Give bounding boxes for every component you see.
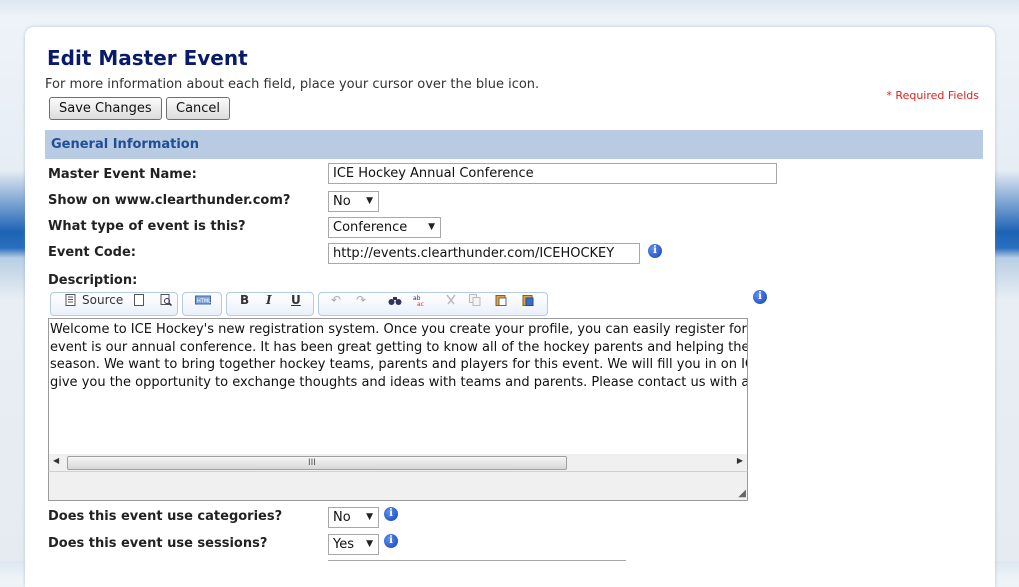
event-type-select[interactable]: Conference ▼ <box>328 217 441 238</box>
scroll-left-icon[interactable]: ◀ <box>53 456 59 465</box>
info-icon[interactable]: i <box>384 534 398 548</box>
scrollbar-thumb[interactable]: III <box>67 456 567 470</box>
event-code-label: Event Code: <box>48 245 136 260</box>
info-icon[interactable]: i <box>753 290 767 304</box>
description-editor: Source HTML B I U ↶ ↷ ab ac Welcome to IC… <box>48 289 748 501</box>
find-icon[interactable] <box>388 294 402 306</box>
cancel-button[interactable]: Cancel <box>166 97 231 120</box>
required-fields-note: * Required Fields <box>886 89 979 102</box>
copy-icon[interactable] <box>469 294 481 306</box>
source-icon <box>65 294 76 306</box>
preview-icon[interactable] <box>160 294 172 306</box>
paste-icon[interactable] <box>495 294 507 306</box>
description-label: Description: <box>48 273 138 288</box>
info-icon[interactable]: i <box>648 244 662 258</box>
editor-content-area[interactable]: Welcome to ICE Hockey's new registration… <box>48 318 748 455</box>
master-event-name-input[interactable]: ICE Hockey Annual Conference <box>328 163 777 184</box>
svg-text:HTML: HTML <box>197 299 211 305</box>
templates-icon[interactable]: HTML <box>195 294 211 306</box>
replace-icon[interactable]: abac <box>413 294 427 306</box>
intro-text: For more information about each field, p… <box>45 77 540 92</box>
dropdown-arrow-icon: ▼ <box>366 539 373 549</box>
underline-button[interactable]: U <box>291 293 301 307</box>
sessions-value: Yes <box>333 537 354 552</box>
bold-button[interactable]: B <box>240 293 249 307</box>
dropdown-arrow-icon: ▼ <box>366 196 373 206</box>
paste-word-icon[interactable] <box>522 294 534 306</box>
show-on-site-value: No <box>333 194 351 209</box>
edit-event-panel: Edit Master Event For more information a… <box>25 27 995 587</box>
show-on-site-select[interactable]: No ▼ <box>328 191 379 212</box>
resize-handle-icon[interactable]: ◢ <box>738 489 746 499</box>
master-event-name-label: Master Event Name: <box>48 167 197 182</box>
scroll-right-icon[interactable]: ▶ <box>737 456 743 465</box>
show-on-site-label: Show on www.clearthunder.com? <box>48 193 291 208</box>
categories-select[interactable]: No ▼ <box>328 507 379 528</box>
horizontal-scrollbar[interactable]: ◀ III ▶ <box>48 454 748 471</box>
svg-text:ac: ac <box>417 301 424 306</box>
toolbar-group-edit <box>318 292 548 316</box>
event-code-input[interactable]: http://events.clearthunder.com/ICEHOCKEY <box>328 243 640 264</box>
event-type-value: Conference <box>333 220 408 235</box>
redo-icon[interactable]: ↷ <box>356 293 366 307</box>
categories-label: Does this event use categories? <box>48 509 283 524</box>
new-page-icon[interactable] <box>133 294 145 306</box>
cut-icon[interactable] <box>445 294 457 306</box>
event-type-label: What type of event is this? <box>48 219 246 234</box>
section-general-information: General Information <box>45 130 983 159</box>
info-icon[interactable]: i <box>384 507 398 521</box>
dropdown-arrow-icon: ▼ <box>428 222 435 232</box>
description-text: Welcome to ICE Hockey's new registration… <box>50 322 747 390</box>
dropdown-arrow-icon: ▼ <box>366 512 373 522</box>
editor-status-bar: ◢ <box>48 471 748 501</box>
source-button[interactable]: Source <box>82 293 123 307</box>
sessions-label: Does this event use sessions? <box>48 536 268 551</box>
undo-icon[interactable]: ↶ <box>331 293 341 307</box>
scrollbar-grip: III <box>308 458 316 468</box>
sessions-select[interactable]: Yes ▼ <box>328 534 379 555</box>
italic-button[interactable]: I <box>266 293 272 307</box>
editor-toolbar: Source HTML B I U ↶ ↷ ab ac <box>48 289 748 318</box>
categories-value: No <box>333 510 351 525</box>
page-title: Edit Master Event <box>47 46 248 70</box>
save-changes-button[interactable]: Save Changes <box>49 97 162 120</box>
